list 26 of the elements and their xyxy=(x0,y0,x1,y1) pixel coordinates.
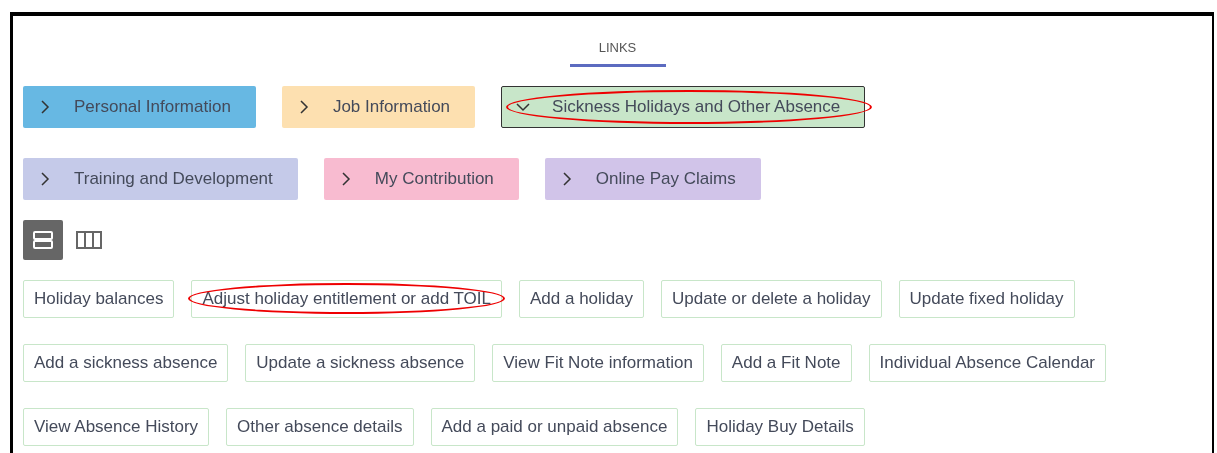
link-button[interactable]: Update fixed holiday xyxy=(898,280,1075,318)
category-button[interactable]: Job Information xyxy=(281,86,476,128)
chevron-down-icon xyxy=(516,100,531,114)
category-button[interactable]: Online Pay Claims xyxy=(544,158,761,200)
links-tab[interactable]: LINKS xyxy=(569,36,666,67)
link-button[interactable]: Other absence details xyxy=(226,408,414,446)
columns-icon xyxy=(76,231,102,249)
link-button[interactable]: Update or delete a holiday xyxy=(661,280,882,318)
link-button[interactable]: Individual Absence Calendar xyxy=(868,344,1106,382)
chevron-right-icon xyxy=(38,172,52,186)
link-button[interactable]: Holiday Buy Details xyxy=(695,408,865,446)
link-button[interactable]: Update a sickness absence xyxy=(245,344,476,382)
category-button[interactable]: Personal Information xyxy=(23,86,256,128)
link-button[interactable]: Add a sickness absence xyxy=(23,344,229,382)
rows-icon xyxy=(32,230,54,250)
link-button[interactable]: Holiday balances xyxy=(23,280,175,318)
link-button[interactable]: Add a paid or unpaid absence xyxy=(430,408,679,446)
link-button[interactable]: Adjust holiday entitlement or add TOIL xyxy=(191,280,502,318)
link-button[interactable]: View Fit Note information xyxy=(492,344,704,382)
category-button[interactable]: Training and Development xyxy=(23,158,298,200)
row-view-button[interactable] xyxy=(23,220,63,260)
link-button[interactable]: View Absence History xyxy=(23,408,210,446)
link-button[interactable]: Add a Fit Note xyxy=(720,344,852,382)
link-button[interactable]: Add a holiday xyxy=(519,280,645,318)
chevron-right-icon xyxy=(38,100,52,114)
category-button[interactable]: My Contribution xyxy=(323,158,519,200)
